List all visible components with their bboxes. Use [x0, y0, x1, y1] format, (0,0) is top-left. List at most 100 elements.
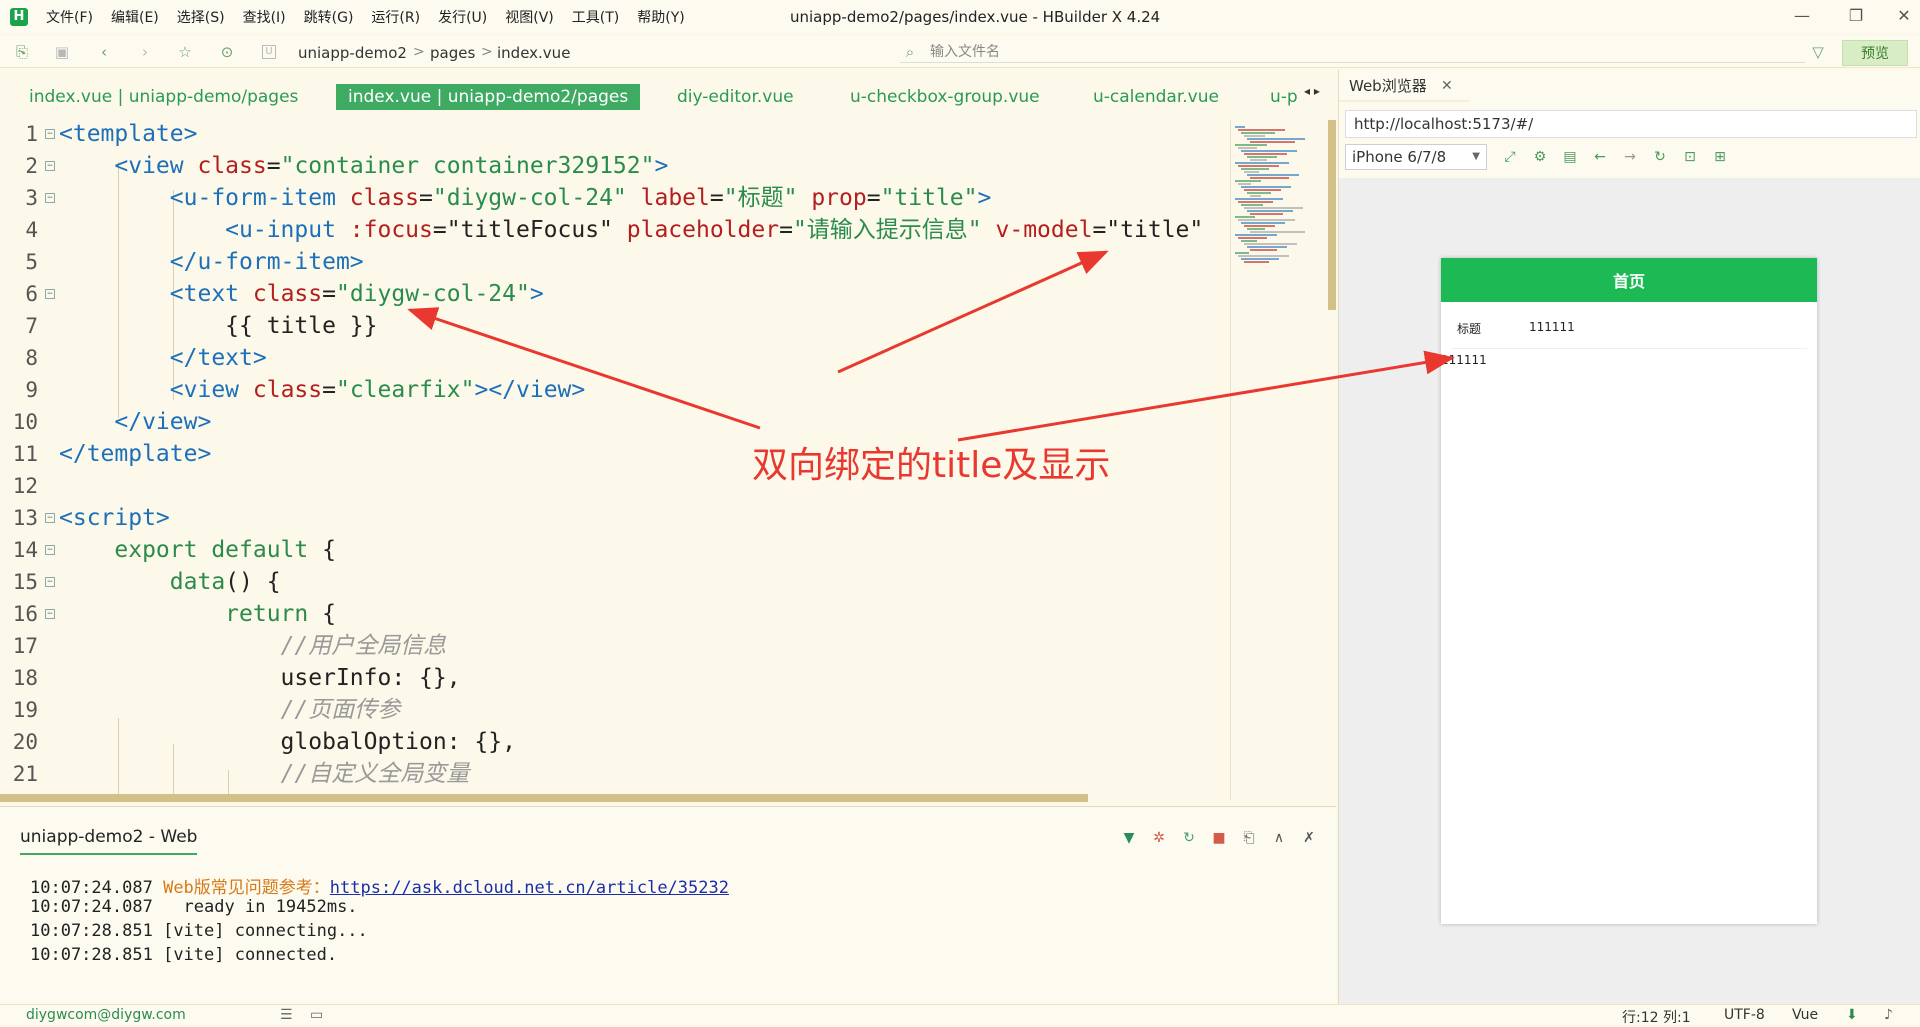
code-line[interactable]: 16− return {	[0, 598, 1230, 630]
tab-u-calendar[interactable]: u-calendar.vue	[1081, 84, 1231, 110]
code-line[interactable]: 9 <view class="clearfix"></view>	[0, 374, 1230, 406]
file-language[interactable]: Vue	[1792, 1007, 1818, 1023]
collapse-icon[interactable]: ∧	[1270, 829, 1288, 847]
menu-select[interactable]: 选择(S)	[177, 7, 225, 27]
preview-button[interactable]: 预览	[1842, 40, 1908, 66]
download-icon[interactable]: ⬇	[1846, 1007, 1858, 1023]
code-line[interactable]: 21 //自定义全局变量	[0, 758, 1230, 790]
fold-toggle-icon[interactable]: −	[45, 193, 55, 203]
code-line[interactable]: 20 globalOption: {},	[0, 726, 1230, 758]
tab-diy-editor[interactable]: diy-editor.vue	[665, 84, 806, 110]
fold-toggle-icon[interactable]: −	[45, 545, 55, 555]
refresh-icon[interactable]: ↻	[1180, 829, 1198, 847]
code-line[interactable]: 2− <view class="container container32915…	[0, 150, 1230, 182]
code-line[interactable]: 1− <template>	[0, 118, 1230, 150]
code-line[interactable]: 18 userInfo: {},	[0, 662, 1230, 694]
code-line[interactable]: 17 //用户全局信息	[0, 630, 1230, 662]
code-line[interactable]: 4 <u-input :focus="titleFocus" placehold…	[0, 214, 1230, 246]
line-number: 8	[25, 346, 38, 370]
close-icon[interactable]: ✕	[1441, 70, 1453, 102]
menu-tools[interactable]: 工具(T)	[572, 7, 619, 27]
menu-view[interactable]: 视图(V)	[505, 7, 554, 27]
menu-find[interactable]: 查找(I)	[243, 7, 286, 27]
lock-icon[interactable]: ⊡	[1681, 148, 1699, 166]
clear-icon[interactable]: ✗	[1300, 829, 1318, 847]
menu-help[interactable]: 帮助(Y)	[637, 7, 684, 27]
open-external-icon[interactable]: ⤢	[1501, 148, 1519, 166]
minimap-line	[1241, 168, 1269, 170]
minimap-line	[1241, 204, 1263, 206]
editor-vertical-scrollbar[interactable]	[1328, 120, 1336, 310]
code-line[interactable]: 8 </text>	[0, 342, 1230, 374]
fold-toggle-icon[interactable]: −	[45, 129, 55, 139]
file-search-input[interactable]	[900, 41, 1805, 63]
title-input[interactable]	[1529, 318, 1799, 336]
cursor-position[interactable]: 行:12 列:1	[1622, 1007, 1691, 1027]
code-editor[interactable]: 1− <template> 2− <view class="container co…	[0, 118, 1336, 800]
fold-toggle-icon[interactable]: −	[45, 513, 55, 523]
code-minimap[interactable]	[1230, 120, 1328, 800]
back-icon[interactable]: ←	[1591, 148, 1609, 166]
save-icon[interactable]: ▣	[52, 42, 72, 62]
code-line[interactable]: 13− <script>	[0, 502, 1230, 534]
refresh-icon[interactable]: ↻	[1651, 148, 1669, 166]
tab-index-uniapp-demo[interactable]: index.vue | uniapp-demo/pages	[17, 84, 310, 110]
code-line[interactable]: 6− <text class="diygw-col-24">	[0, 278, 1230, 310]
fold-toggle-icon[interactable]: −	[45, 289, 55, 299]
menu-file[interactable]: 文件(F)	[46, 7, 93, 27]
editor-horizontal-scrollbar[interactable]	[0, 794, 1088, 802]
code-line[interactable]: 10 </view>	[0, 406, 1230, 438]
star-icon[interactable]: ☆	[175, 42, 195, 62]
code-line[interactable]: 5 </u-form-item>	[0, 246, 1230, 278]
code-line[interactable]: 15− data() {	[0, 566, 1230, 598]
breadcrumb-project[interactable]: uniapp-demo2	[298, 44, 407, 62]
menu-run[interactable]: 运行(R)	[371, 7, 420, 27]
log-link[interactable]: https://ask.dcloud.net.cn/article/35232	[330, 878, 729, 898]
close-button[interactable]: ✕	[1890, 4, 1918, 28]
debug-icon[interactable]: ✲	[1150, 829, 1168, 847]
tab-index-uniapp-demo2[interactable]: index.vue | uniapp-demo2/pages	[336, 84, 641, 110]
menu-edit[interactable]: 编辑(E)	[111, 7, 159, 27]
device-select[interactable]: iPhone 6/7/8 ▼	[1345, 144, 1487, 170]
minimap-line	[1247, 228, 1265, 230]
stop-icon[interactable]: ■	[1210, 829, 1228, 847]
code-line[interactable]: 19 //页面传参	[0, 694, 1230, 726]
filter-icon[interactable]: ▽	[1808, 42, 1828, 62]
console-tab[interactable]: uniapp-demo2 - Web	[20, 827, 198, 855]
tab-u-p[interactable]: u-p	[1258, 84, 1310, 110]
browser-tab[interactable]: Web浏览器 ✕	[1339, 70, 1469, 102]
qrcode-icon[interactable]: ⊞	[1711, 148, 1729, 166]
settings-icon[interactable]: ⚙	[1531, 148, 1549, 166]
tab-u-checkbox-group[interactable]: u-checkbox-group.vue	[838, 84, 1052, 110]
restore-button[interactable]: ❐	[1842, 4, 1870, 28]
fold-toggle-icon[interactable]: −	[45, 161, 55, 171]
user-account[interactable]: diygwcom@diygw.com	[26, 1007, 186, 1023]
code-line[interactable]: 14− export default {	[0, 534, 1230, 566]
forward-icon[interactable]: ›	[135, 42, 155, 62]
tab-scroll-arrows[interactable]: ◂ ▸	[1304, 84, 1320, 98]
fold-toggle-icon[interactable]: −	[45, 609, 55, 619]
url-input[interactable]	[1345, 110, 1917, 138]
console-icon[interactable]: ▤	[1561, 148, 1579, 166]
log-line: 10:07:24.087 Web版常见问题参考：https://ask.dclo…	[30, 878, 729, 898]
export-icon[interactable]: ⎗	[1240, 829, 1258, 847]
vue-icon[interactable]: ▼	[1120, 829, 1138, 847]
run-icon[interactable]: ⊙	[217, 42, 237, 62]
menu-publish[interactable]: 发行(U)	[438, 7, 487, 27]
forward-icon[interactable]: →	[1621, 148, 1639, 166]
minimize-button[interactable]: —	[1788, 4, 1816, 28]
list-icon[interactable]: ☰	[280, 1007, 293, 1023]
menu-goto[interactable]: 跳转(G)	[304, 7, 354, 27]
file-encoding[interactable]: UTF-8	[1724, 1007, 1765, 1023]
code-line[interactable]: 7 {{ title }}	[0, 310, 1230, 342]
minimap-line	[1235, 216, 1255, 218]
code-line[interactable]: 3− <u-form-item class="diygw-col-24" lab…	[0, 182, 1230, 214]
fold-toggle-icon[interactable]: −	[45, 577, 55, 587]
back-icon[interactable]: ‹	[94, 42, 114, 62]
new-file-icon[interactable]: ⎘	[12, 42, 32, 62]
bell-icon[interactable]: ♪	[1884, 1007, 1893, 1023]
breadcrumb-folder[interactable]: pages	[430, 44, 475, 62]
terminal-icon[interactable]: ▭	[310, 1007, 323, 1023]
breadcrumb-file[interactable]: index.vue	[497, 44, 570, 62]
line-number: 10	[12, 410, 38, 434]
